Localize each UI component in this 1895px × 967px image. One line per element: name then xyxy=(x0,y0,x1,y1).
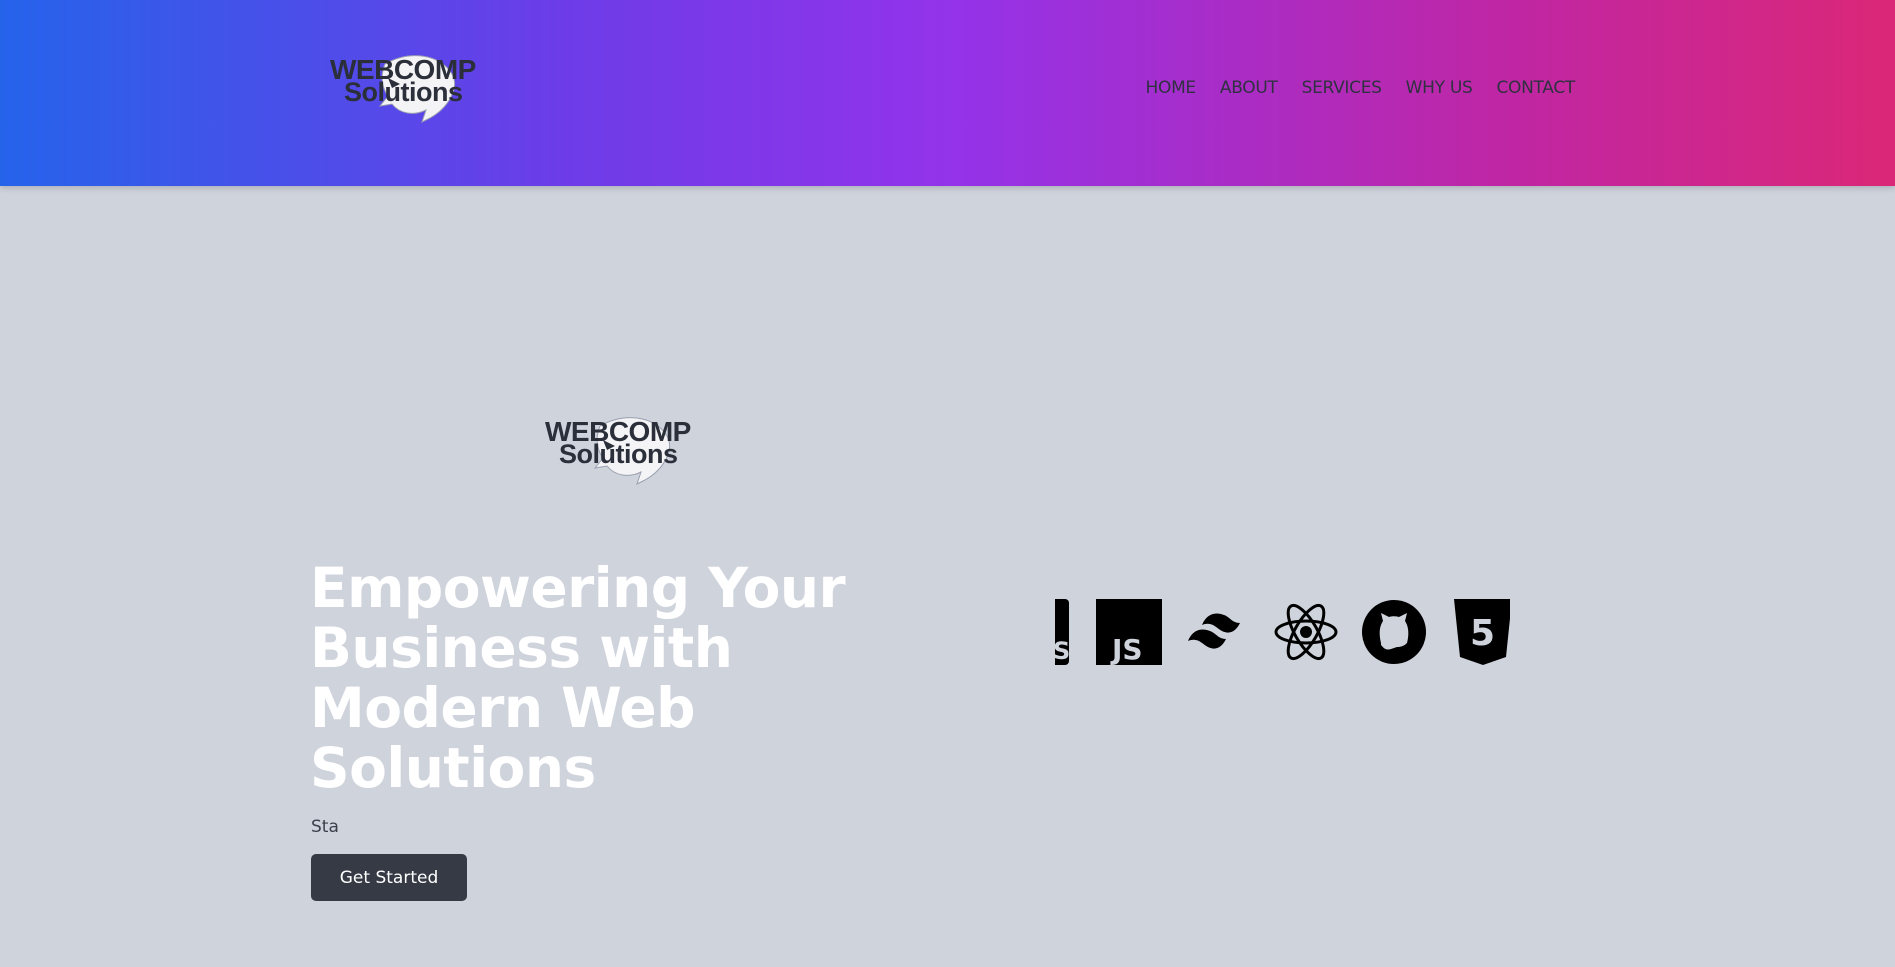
github-icon xyxy=(1362,600,1426,664)
nav-services[interactable]: SERVICES xyxy=(1302,78,1382,98)
get-started-button[interactable]: Get Started xyxy=(311,854,467,901)
nav-about[interactable]: ABOUT xyxy=(1220,78,1278,98)
svg-text:JS: JS xyxy=(1110,633,1143,665)
partial-js-icon: S xyxy=(1055,599,1069,665)
nav-contact[interactable]: CONTACT xyxy=(1496,78,1575,98)
javascript-icon: JS xyxy=(1096,599,1162,665)
nav-why-us[interactable]: WHY US xyxy=(1406,78,1473,98)
hero-title: Empowering Your Business with Modern Web… xyxy=(310,556,846,800)
logo-text-line2: Solutions xyxy=(344,77,463,107)
tech-icons-carousel: S JS 5 xyxy=(1055,599,1510,665)
nav-home[interactable]: HOME xyxy=(1146,78,1197,98)
html5-icon: 5 xyxy=(1454,599,1510,665)
hero-subtitle: Sta xyxy=(311,817,339,837)
svg-text:S: S xyxy=(1055,637,1069,665)
tailwind-icon xyxy=(1188,613,1240,649)
react-icon xyxy=(1274,603,1338,661)
main-nav: HOME ABOUT SERVICES WHY US CONTACT xyxy=(1146,78,1576,98)
hero-logo: WEBCOMP Solutions xyxy=(545,406,700,486)
header-logo[interactable]: WEBCOMP Solutions xyxy=(330,44,485,124)
svg-text:5: 5 xyxy=(1470,613,1495,654)
logo-text-line2: Solutions xyxy=(559,439,678,469)
site-header: WEBCOMP Solutions HOME ABOUT SERVICES WH… xyxy=(0,0,1895,186)
